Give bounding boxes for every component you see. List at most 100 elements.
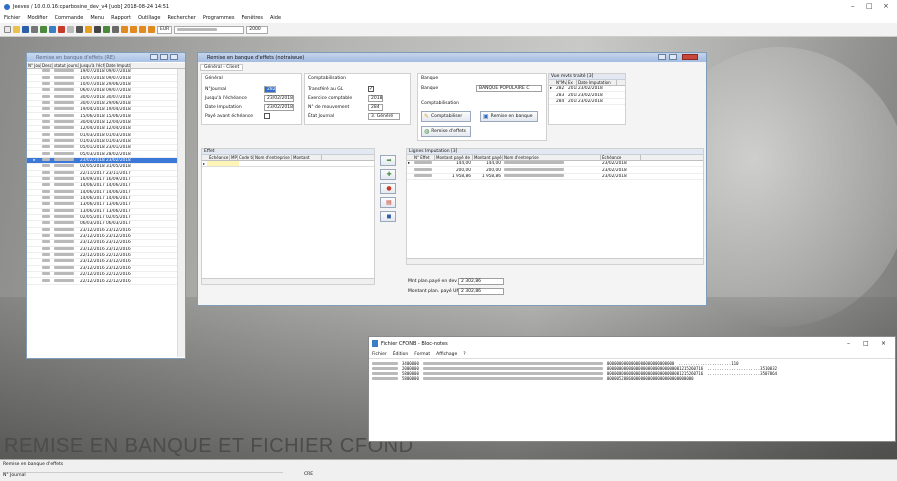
binoculars-icon[interactable]	[94, 26, 101, 33]
row-imputation: 31/05/2018	[106, 164, 131, 170]
menu-commande[interactable]: Commande	[55, 15, 84, 21]
menu-rapport[interactable]: Rapport	[111, 15, 131, 21]
undo-icon[interactable]	[40, 26, 47, 33]
menu-modifier[interactable]: Modifier	[27, 15, 47, 21]
save-icon[interactable]	[22, 26, 29, 33]
copy-icon[interactable]	[67, 26, 74, 33]
list-minimize-button[interactable]	[150, 54, 158, 60]
np-menu-fichier[interactable]: Fichier	[372, 352, 387, 357]
menu-programmes[interactable]: Programmes	[203, 15, 235, 21]
open-icon[interactable]	[13, 26, 20, 33]
delete-icon[interactable]	[58, 26, 65, 33]
effet-new-row[interactable]: ▸	[202, 161, 374, 167]
jcol-ex[interactable]: Ex	[567, 80, 577, 85]
lcol-paye-dev[interactable]: Montant payé de	[435, 155, 473, 160]
journal-row[interactable]: 284201823/02/2018	[549, 99, 625, 106]
list-close-button[interactable]	[170, 54, 178, 60]
ecol-tiers[interactable]: Code tiers	[238, 155, 254, 160]
ligne-row[interactable]: 1 958,86 1 958,86 23/02/2018	[407, 173, 703, 181]
refresh-icon[interactable]	[49, 26, 56, 33]
etat-select[interactable]: 3. Généré	[368, 113, 400, 120]
last-record-icon[interactable]	[148, 26, 155, 33]
menu-outillage[interactable]: Outillage	[138, 15, 161, 21]
notepad-text-area[interactable]: 3400000 0000000000000000000000000000.....…	[369, 358, 895, 442]
notepad-minimize-button[interactable]: –	[847, 340, 850, 347]
currency-select[interactable]: EUR	[157, 25, 173, 34]
remise-effets-button[interactable]: ◍ Remise d'effets	[421, 126, 471, 137]
ecol-nom[interactable]: Nom d'entreprise	[254, 155, 292, 160]
echeance-input[interactable]: 23/02/2018	[264, 95, 294, 102]
journal-input[interactable]: 282	[264, 86, 276, 93]
comptabiliser-button[interactable]: ✎ Comptabiliser	[421, 111, 471, 122]
list-maximize-button[interactable]	[160, 54, 168, 60]
add-line-button[interactable]: ✚	[380, 169, 396, 180]
notepad-maximize-button[interactable]: □	[863, 340, 869, 347]
lcol-echeance[interactable]: Échéance	[601, 155, 641, 160]
row-imputation: 09/07/2018	[106, 75, 131, 81]
delete-line-button[interactable]: ▤	[380, 197, 396, 208]
detail-maximize-button[interactable]	[669, 54, 677, 60]
ecol-montant[interactable]: Montant	[292, 155, 322, 160]
menu-fenetres[interactable]: Fenêtres	[241, 15, 263, 21]
banque-select[interactable]: BANQUE POPULAIRE C	[476, 85, 542, 92]
menu-rechercher[interactable]: Rechercher	[167, 15, 195, 21]
jcol-mvt[interactable]: N°Mvt	[555, 80, 567, 85]
new-icon[interactable]	[4, 26, 11, 33]
save-lines-button[interactable]: ◼	[380, 211, 396, 222]
list-vertical-scrollbar[interactable]	[177, 69, 185, 357]
close-button[interactable]: ×	[883, 2, 889, 10]
mouvement-input[interactable]: 284	[368, 104, 383, 111]
menu-aide[interactable]: Aide	[270, 15, 281, 21]
move-right-button[interactable]: ➡	[380, 155, 396, 166]
col-imputation[interactable]: Date Imputati	[105, 63, 131, 68]
lcol-paye[interactable]: Montant payé	[473, 155, 503, 160]
detail-close-button[interactable]	[682, 54, 698, 60]
menu-fichier[interactable]: Fichier	[4, 15, 20, 21]
gl-checkbox[interactable]: ✓	[368, 86, 374, 92]
ecol-echeance[interactable]: Échéance	[208, 155, 230, 160]
tab-general-client[interactable]: Général - Client	[200, 64, 244, 71]
col-statut[interactable]: statut journal	[53, 63, 79, 68]
paye-checkbox[interactable]	[264, 113, 270, 119]
row-echeance: 01/03/2018	[80, 132, 105, 138]
next-record-icon[interactable]	[139, 26, 146, 33]
maximize-button[interactable]: □	[866, 2, 873, 10]
year-select[interactable]: 2000	[246, 25, 269, 34]
lcol-effet[interactable]: N° Effet	[413, 155, 435, 160]
minimize-button[interactable]: –	[851, 2, 855, 10]
np-redacted-prefix	[372, 377, 398, 380]
row-echeance: 23/12/2016	[80, 265, 105, 271]
lcol-nom[interactable]: Nom d'entreprise	[503, 155, 601, 160]
np-menu-affichage[interactable]: Affichage	[436, 352, 457, 357]
jcol-date[interactable]: Date Imputation	[577, 80, 617, 85]
list-row[interactable]: 22/12/2016 22/12/2016	[27, 278, 185, 285]
star-icon[interactable]	[85, 26, 92, 33]
exercice-input[interactable]: 2018	[368, 95, 383, 102]
row-descr-redacted	[53, 202, 79, 207]
remise-banque-button[interactable]: ▣ Remise en banque	[480, 111, 538, 122]
col-journal[interactable]: N° Jour	[27, 63, 41, 68]
effet-horizontal-scrollbar[interactable]	[202, 278, 374, 284]
detail-minimize-button[interactable]	[658, 54, 666, 60]
first-record-icon[interactable]	[121, 26, 128, 33]
imputation-input[interactable]: 23/02/2018	[264, 104, 294, 111]
np-menu-help[interactable]: ?	[463, 352, 465, 357]
print-icon[interactable]	[31, 26, 38, 33]
prev-record-icon[interactable]	[130, 26, 137, 33]
search-combo[interactable]	[174, 25, 245, 34]
sort-icon[interactable]	[112, 26, 119, 33]
notepad-close-button[interactable]: ×	[881, 340, 886, 347]
np-menu-format[interactable]: Format	[414, 352, 430, 357]
remove-line-button[interactable]: ●	[380, 183, 396, 194]
lignes-horizontal-scrollbar[interactable]	[407, 258, 703, 264]
ecol-mp[interactable]: MP	[230, 155, 238, 160]
filter-icon[interactable]	[103, 26, 110, 33]
col-descr[interactable]: Descr.	[41, 63, 53, 68]
col-echeance[interactable]: Jusqu'à l'échéa	[79, 63, 105, 68]
menu-menu[interactable]: Menu	[90, 15, 104, 21]
ligne-effet-redacted	[413, 167, 435, 173]
find-icon[interactable]	[76, 26, 83, 33]
row-descr-redacted	[53, 196, 79, 201]
np-menu-edition[interactable]: Édition	[393, 352, 409, 357]
row-descr-redacted	[53, 126, 79, 131]
